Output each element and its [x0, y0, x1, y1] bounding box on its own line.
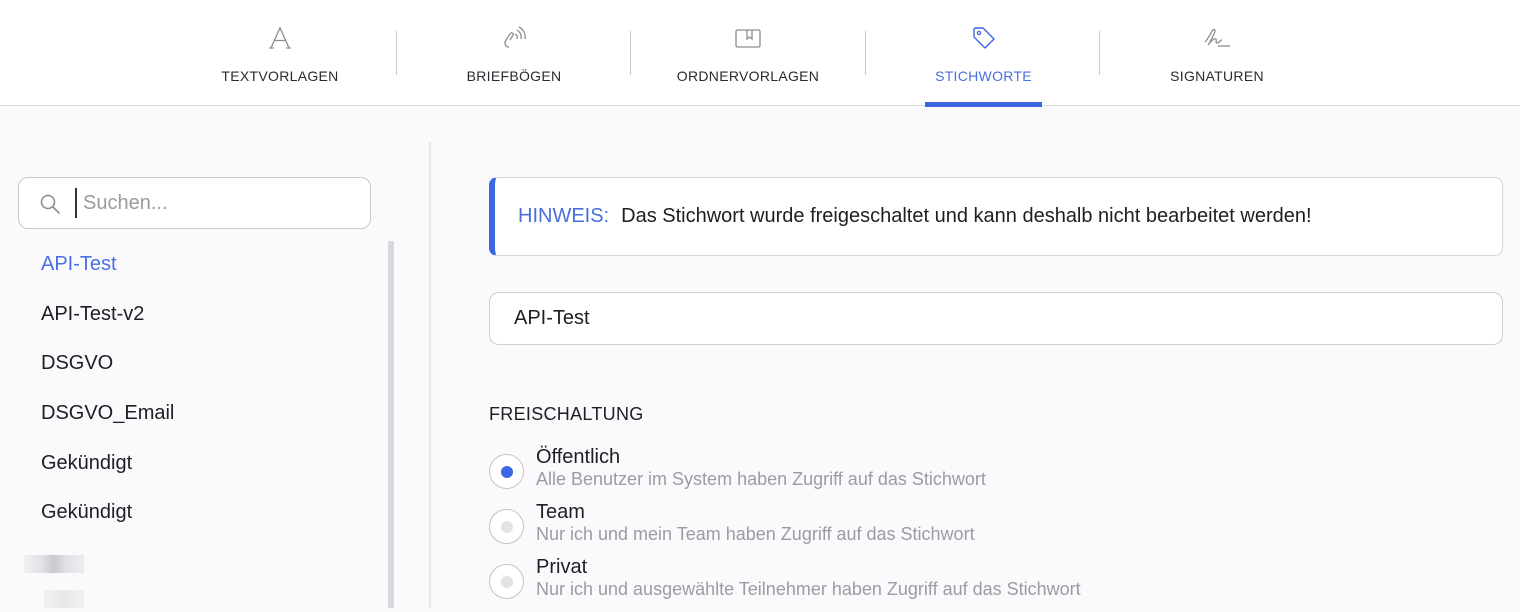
option-title: Team	[536, 501, 585, 523]
tab-ordnervorlagen[interactable]: ORDNERVORLAGEN	[668, 0, 828, 106]
tab-briefboegen[interactable]: BRIEFBÖGEN	[434, 0, 594, 106]
option-privat[interactable]: Privat Nur ich und ausgewählte Teilnehme…	[489, 556, 1289, 612]
active-tab-indicator	[925, 102, 1042, 107]
notice-label: HINWEIS:	[518, 205, 610, 227]
tab-label: SIGNATUREN	[1170, 68, 1264, 84]
text-template-icon	[267, 24, 293, 52]
tab-stichworte[interactable]: STICHWORTE	[925, 0, 1042, 107]
tab-label: BRIEFBÖGEN	[466, 68, 562, 84]
top-tab-bar: TEXTVORLAGEN BRIEFBÖGEN ORDNERVORLAGEN S…	[0, 0, 1520, 107]
tab-divider	[1099, 31, 1100, 75]
keyword-list: API-Test API-Test-v2 DSGVO DSGVO_Email G…	[0, 240, 390, 538]
folder-template-icon	[734, 24, 762, 52]
radio-button[interactable]	[489, 564, 524, 599]
search-input[interactable]	[75, 188, 355, 218]
search-box	[18, 177, 371, 229]
list-item[interactable]: Gekündigt	[0, 488, 390, 538]
list-item[interactable]: API-Test	[0, 240, 390, 290]
search-icon	[39, 193, 61, 220]
option-title: Öffentlich	[536, 446, 621, 468]
tab-textvorlagen[interactable]: TEXTVORLAGEN	[200, 0, 360, 106]
tab-divider	[630, 31, 631, 75]
letterhead-icon	[501, 24, 527, 52]
section-title: FREISCHALTUNG	[489, 404, 644, 424]
tab-label: ORDNERVORLAGEN	[676, 68, 820, 84]
tab-label: TEXTVORLAGEN	[221, 68, 339, 84]
obscured-list-item	[44, 590, 84, 608]
option-description: Nur ich und mein Team haben Zugriff auf …	[536, 524, 975, 544]
list-item[interactable]: Gekündigt	[0, 438, 390, 488]
obscured-list-item	[24, 555, 84, 573]
option-description: Alle Benutzer im System haben Zugriff au…	[536, 469, 986, 489]
option-oeffentlich[interactable]: Öffentlich Alle Benutzer im System haben…	[489, 446, 1289, 502]
tab-divider	[865, 31, 866, 75]
notice-banner: HINWEIS: Das Stichwort wurde freigeschal…	[489, 177, 1503, 256]
tab-signaturen[interactable]: SIGNATUREN	[1137, 0, 1297, 106]
tag-icon	[971, 24, 997, 52]
radio-button[interactable]	[489, 509, 524, 544]
keyword-name-input[interactable]	[490, 293, 1502, 344]
notice-text: Das Stichwort wurde freigeschaltet und k…	[621, 205, 1312, 227]
option-description: Nur ich und ausgewählte Teilnehmer haben…	[536, 579, 1081, 599]
list-item[interactable]: DSGVO	[0, 339, 390, 389]
signature-icon	[1202, 24, 1232, 52]
list-scrollbar[interactable]	[388, 241, 394, 608]
tab-label: STICHWORTE	[935, 68, 1032, 84]
option-team[interactable]: Team Nur ich und mein Team haben Zugriff…	[489, 501, 1289, 557]
option-title: Privat	[536, 556, 588, 578]
sidebar-divider	[429, 142, 431, 608]
list-item[interactable]: DSGVO_Email	[0, 389, 390, 439]
keyword-name-field	[489, 292, 1503, 345]
radio-button[interactable]	[489, 454, 524, 489]
tab-divider	[396, 31, 397, 75]
list-item[interactable]: API-Test-v2	[0, 290, 390, 340]
